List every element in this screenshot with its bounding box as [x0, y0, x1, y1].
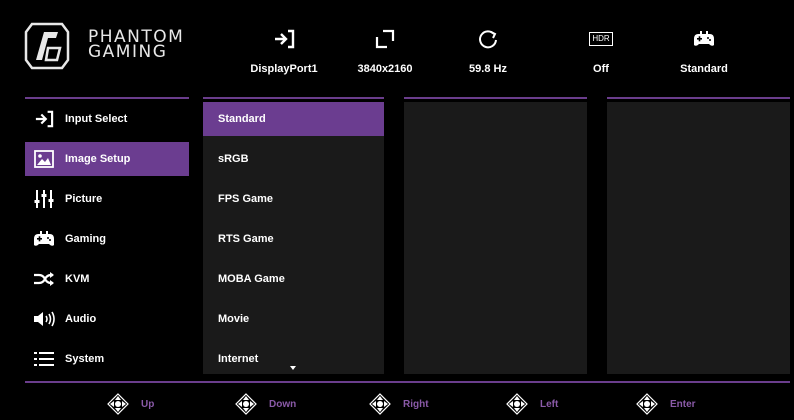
- status-game-mode: Standard: [649, 26, 759, 75]
- header-divider: [25, 97, 189, 99]
- header-divider: [404, 97, 587, 99]
- submenu-panel-empty: [404, 102, 587, 374]
- sidebar-item-gaming[interactable]: Gaming: [25, 222, 189, 256]
- footer-right-button[interactable]: Right: [369, 393, 429, 415]
- brand-logo: PHANTOM GAMING: [22, 16, 212, 76]
- header-divider: [607, 97, 790, 99]
- footer-left-label: Left: [540, 398, 559, 410]
- footer-down-label: Down: [269, 398, 297, 410]
- speaker-icon: [33, 309, 55, 329]
- footer-enter-label: Enter: [670, 398, 696, 410]
- image-mode-list: Standard sRGB FPS Game RTS Game MOBA Gam…: [203, 102, 384, 374]
- status-resolution: 3840x2160: [330, 26, 440, 75]
- scroll-down-icon[interactable]: [290, 366, 296, 370]
- sidebar-item-label: Gaming: [65, 233, 106, 245]
- input-arrow-icon: [33, 109, 55, 129]
- sidebar-item-input-select[interactable]: Input Select: [25, 102, 189, 136]
- status-input-label: DisplayPort1: [250, 63, 318, 75]
- sidebar-item-system[interactable]: System: [25, 342, 189, 376]
- footer-divider: [25, 381, 790, 383]
- input-arrow-icon: [229, 26, 339, 52]
- dpad-down-icon: [235, 393, 257, 415]
- status-hdr-label: Off: [593, 63, 609, 75]
- status-input: DisplayPort1: [229, 26, 339, 75]
- hdr-icon: HDR: [589, 32, 613, 46]
- resolution-icon: [330, 26, 440, 52]
- mode-option-srgb[interactable]: sRGB: [203, 142, 384, 176]
- sidebar-item-picture[interactable]: Picture: [25, 182, 189, 216]
- status-resolution-label: 3840x2160: [357, 63, 413, 75]
- dpad-enter-icon: [636, 393, 658, 415]
- sidebar-item-image-setup[interactable]: Image Setup: [25, 142, 189, 176]
- dpad-up-icon: [107, 393, 129, 415]
- sidebar-item-label: Image Setup: [65, 153, 131, 165]
- status-hdr: HDR Off: [546, 26, 656, 75]
- list-icon: [33, 349, 55, 369]
- detail-panel-empty: [607, 102, 790, 374]
- image-icon: [33, 149, 55, 169]
- status-refresh-label: 59.8 Hz: [469, 63, 507, 75]
- mode-option-rts-game[interactable]: RTS Game: [203, 222, 384, 256]
- sidebar-item-label: Input Select: [65, 113, 128, 125]
- status-refresh: 59.8 Hz: [433, 26, 543, 75]
- mode-option-standard[interactable]: Standard: [203, 102, 384, 136]
- refresh-rate-icon: [433, 26, 543, 52]
- mode-option-fps-game[interactable]: FPS Game: [203, 182, 384, 216]
- sidebar-item-label: KVM: [65, 273, 90, 285]
- sidebar-item-label: Picture: [65, 193, 103, 205]
- mode-option-moba-game[interactable]: MOBA Game: [203, 262, 384, 296]
- sidebar-item-kvm[interactable]: KVM: [25, 262, 189, 296]
- sliders-icon: [33, 189, 55, 209]
- dpad-left-icon: [506, 393, 528, 415]
- sidebar-item-label: Audio: [65, 313, 97, 325]
- status-game-mode-label: Standard: [680, 63, 728, 75]
- main-menu: Input Select Image Setup Picture Gaming …: [25, 102, 189, 382]
- brand-line2: GAMING: [88, 42, 168, 62]
- footer-enter-button[interactable]: Enter: [636, 393, 696, 415]
- footer-right-label: Right: [403, 398, 429, 410]
- dpad-right-icon: [369, 393, 391, 415]
- header-divider: [203, 97, 384, 99]
- shuffle-icon: [33, 269, 55, 289]
- gamepad-icon: [649, 26, 759, 52]
- footer-up-button[interactable]: Up: [107, 393, 154, 415]
- footer-up-label: Up: [141, 398, 155, 410]
- phantom-gaming-logo-icon: [24, 22, 70, 70]
- gamepad-icon: [33, 229, 55, 249]
- mode-option-movie[interactable]: Movie: [203, 302, 384, 336]
- header-bar: PHANTOM GAMING DisplayPort1 3840x2160 59…: [0, 0, 794, 96]
- sidebar-item-audio[interactable]: Audio: [25, 302, 189, 336]
- sidebar-item-label: System: [65, 353, 105, 365]
- footer-down-button[interactable]: Down: [235, 393, 296, 415]
- footer-left-button[interactable]: Left: [506, 393, 558, 415]
